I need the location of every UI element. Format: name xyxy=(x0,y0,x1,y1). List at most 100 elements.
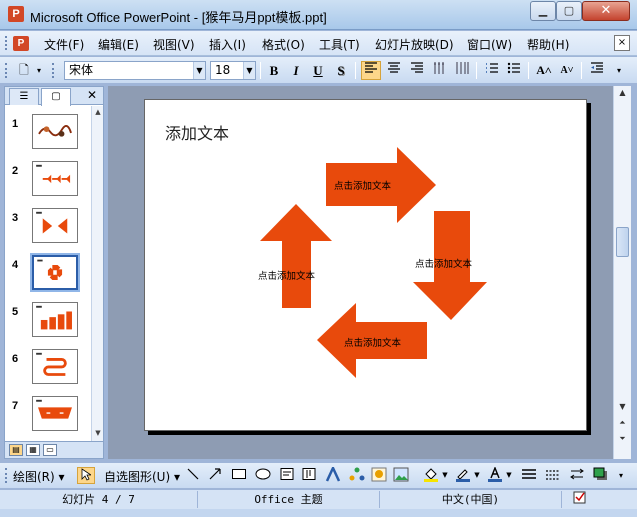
toolbar-options-icon[interactable]: ▾ xyxy=(612,61,626,80)
slide-preview[interactable] xyxy=(32,161,78,196)
thumbnail-scrollbar[interactable]: ▲ ▼ xyxy=(91,106,103,441)
slideshow-icon[interactable]: ▭ xyxy=(43,444,57,456)
scroll-up-icon[interactable]: ▲ xyxy=(616,88,629,100)
document-icon[interactable]: P xyxy=(13,36,29,51)
slide-preview[interactable] xyxy=(32,208,78,243)
menu-view[interactable]: 视图(V) xyxy=(153,36,195,53)
arrow-label-left[interactable]: 点击添加文本 xyxy=(258,268,315,282)
chevron-down-icon[interactable]: ▼ xyxy=(505,467,513,484)
slide-sorter-icon[interactable]: ▦ xyxy=(26,444,40,456)
arrow-label-right[interactable]: 点击添加文本 xyxy=(415,256,472,270)
decrease-font-button[interactable]: A˅ xyxy=(557,61,577,80)
slide-thumbnail[interactable]: 6 xyxy=(5,349,91,389)
menu-file[interactable]: 文件(F) xyxy=(44,36,84,53)
slide-preview-selected[interactable] xyxy=(30,253,80,292)
slide-preview[interactable] xyxy=(32,349,78,384)
menu-slideshow[interactable]: 幻灯片放映(D) xyxy=(375,36,454,53)
cycle-arrows xyxy=(260,147,487,378)
slide-thumbnail[interactable]: 2 xyxy=(5,161,91,201)
close-button[interactable]: ✕ xyxy=(582,1,630,21)
font-size-select[interactable]: 18 ▼ xyxy=(210,61,256,80)
autoshapes-menu-button[interactable]: 自选图形(U) ▾ xyxy=(104,468,180,485)
minimize-button[interactable]: ▁ xyxy=(530,1,556,21)
italic-button[interactable]: I xyxy=(286,61,306,80)
dash-style-icon[interactable] xyxy=(544,467,562,484)
arrow-label-bottom[interactable]: 点击添加文本 xyxy=(344,335,401,349)
align-center-button[interactable] xyxy=(384,61,404,80)
spelling-check-icon[interactable] xyxy=(562,491,597,508)
line-color-icon[interactable] xyxy=(454,467,472,484)
arrow-label-top[interactable]: 点击添加文本 xyxy=(334,178,391,192)
line-tool-icon[interactable] xyxy=(184,467,202,484)
menu-format[interactable]: 格式(O) xyxy=(262,36,305,53)
left-arrow[interactable] xyxy=(260,204,332,308)
oval-tool-icon[interactable] xyxy=(254,467,272,484)
toolbar-grip-handle[interactable] xyxy=(5,63,8,78)
normal-view-icon[interactable]: ▤ xyxy=(9,444,23,456)
textbox-tool-icon[interactable] xyxy=(278,467,296,484)
font-name-select[interactable]: 宋体 ▼ xyxy=(64,61,206,80)
decrease-indent-button[interactable] xyxy=(587,61,607,80)
numbering-button[interactable] xyxy=(482,61,502,80)
chevron-down-icon[interactable]: ▼ xyxy=(243,62,255,79)
scroll-thumb[interactable] xyxy=(616,227,629,257)
slide-preview[interactable] xyxy=(32,302,78,337)
align-left-button[interactable] xyxy=(361,61,381,80)
new-document-icon[interactable]: 🗋 xyxy=(14,61,34,80)
wordart-icon[interactable] xyxy=(324,465,342,484)
chevron-down-icon[interactable]: ▼ xyxy=(473,467,481,484)
pane-close-icon[interactable]: ✕ xyxy=(87,88,97,102)
scroll-down-icon[interactable]: ▼ xyxy=(93,429,103,437)
bold-button[interactable]: B xyxy=(264,61,284,80)
fill-color-icon[interactable] xyxy=(422,467,440,484)
outline-tab[interactable]: ☰ xyxy=(9,88,39,105)
line-style-icon[interactable] xyxy=(520,467,538,484)
slide-preview[interactable] xyxy=(32,396,78,431)
scroll-down-icon[interactable]: ▼ xyxy=(616,402,629,414)
select-pointer-icon[interactable] xyxy=(77,467,95,484)
distribute-button[interactable] xyxy=(430,61,450,80)
menu-grip-handle[interactable] xyxy=(5,36,8,50)
slide-scrollbar[interactable]: ▲ ▼ ⏶ ⏷ xyxy=(613,86,631,459)
arrow-tool-icon[interactable] xyxy=(206,467,224,484)
previous-slide-icon[interactable]: ⏶ xyxy=(616,418,629,430)
clipart-icon[interactable] xyxy=(370,467,388,484)
underline-button[interactable]: U xyxy=(308,61,328,80)
toolbar-options-icon[interactable]: ▾ xyxy=(614,467,628,484)
chevron-down-icon[interactable]: ▼ xyxy=(193,62,205,79)
arrow-style-icon[interactable] xyxy=(568,467,586,484)
document-close-icon[interactable]: × xyxy=(614,35,630,51)
slide-thumbnail[interactable]: 3 xyxy=(5,208,91,248)
toolbar-options-icon[interactable]: ▾ xyxy=(34,61,44,80)
font-color-icon[interactable] xyxy=(486,466,504,484)
menu-insert[interactable]: 插入(I) xyxy=(209,36,246,53)
bullets-button[interactable] xyxy=(504,61,524,80)
toolbar-grip-handle-2[interactable] xyxy=(52,63,55,78)
increase-font-button[interactable]: A˄ xyxy=(534,61,554,80)
rectangle-tool-icon[interactable] xyxy=(230,467,248,484)
toolbar-grip-handle[interactable] xyxy=(5,468,8,483)
slides-tab[interactable]: ▢ xyxy=(41,88,71,106)
slide-thumbnail[interactable]: 5 xyxy=(5,302,91,342)
menu-edit[interactable]: 编辑(E) xyxy=(98,36,139,53)
insert-picture-icon[interactable] xyxy=(392,467,410,484)
menu-help[interactable]: 帮助(H) xyxy=(527,36,569,53)
slide-thumbnail[interactable]: 7 xyxy=(5,396,91,436)
next-slide-icon[interactable]: ⏷ xyxy=(616,434,629,446)
slide-thumbnail[interactable]: 4 xyxy=(5,253,91,295)
text-direction-button[interactable] xyxy=(452,61,472,80)
vertical-textbox-icon[interactable] xyxy=(300,467,318,484)
current-slide[interactable]: 添加文本 点击添加文本 点击添加文本 点击添加文本 点击添加文本 xyxy=(144,99,587,431)
shadow-style-icon[interactable] xyxy=(592,467,610,484)
chevron-down-icon[interactable]: ▼ xyxy=(441,467,449,484)
menu-tools[interactable]: 工具(T) xyxy=(319,36,360,53)
maximize-button[interactable]: ▢ xyxy=(556,1,582,21)
menu-window[interactable]: 窗口(W) xyxy=(467,36,512,53)
scroll-up-icon[interactable]: ▲ xyxy=(93,108,103,116)
shadow-button[interactable]: S xyxy=(331,61,351,80)
align-right-button[interactable] xyxy=(407,61,427,80)
draw-menu-button[interactable]: 绘图(R) ▾ xyxy=(13,468,65,485)
slide-thumbnail[interactable]: 1 xyxy=(5,114,91,154)
diagram-icon[interactable] xyxy=(348,467,366,484)
slide-preview[interactable] xyxy=(32,114,78,149)
